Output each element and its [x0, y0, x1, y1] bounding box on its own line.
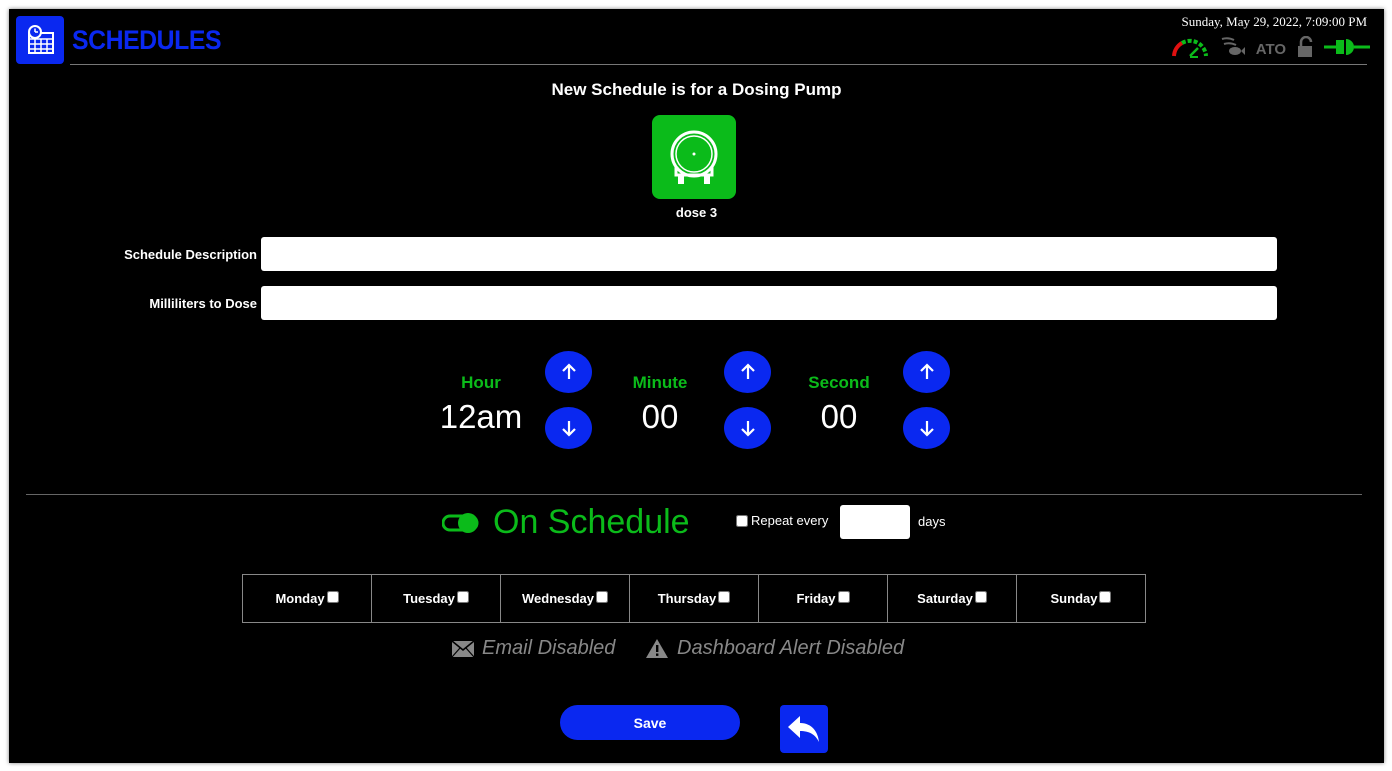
back-button[interactable]	[780, 705, 828, 753]
toggle-on-icon	[441, 513, 479, 533]
days-label: days	[918, 514, 946, 529]
weekday-label: Tuesday	[403, 591, 455, 606]
weekday-label: Monday	[275, 591, 325, 606]
arrow-up-icon	[561, 363, 576, 379]
repeat-days-input[interactable]	[840, 505, 910, 539]
minute-up-button[interactable]	[724, 351, 771, 393]
weekday-cell-friday: Friday	[759, 575, 888, 622]
arrow-up-icon	[740, 363, 755, 379]
weekday-cell-thursday: Thursday	[630, 575, 759, 622]
weekday-label: Thursday	[657, 591, 717, 606]
description-label: Schedule Description	[124, 247, 257, 262]
minute-down-button[interactable]	[724, 407, 771, 449]
hour-up-button[interactable]	[545, 351, 592, 393]
sunday-checkbox[interactable]	[1099, 591, 1112, 603]
monday-checkbox[interactable]	[326, 591, 339, 603]
on-schedule-label: On Schedule	[493, 503, 690, 541]
weekday-cell-sunday: Sunday	[1017, 575, 1145, 622]
power-plug-icon[interactable]	[1324, 36, 1370, 63]
app-window: SCHEDULES Sunday, May 29, 2022, 7:09:00 …	[9, 9, 1384, 763]
ato-label[interactable]: ATO	[1256, 41, 1286, 58]
second-down-button[interactable]	[903, 407, 950, 449]
repeat-option: Repeat every	[736, 513, 828, 528]
unlock-icon[interactable]	[1296, 35, 1314, 63]
description-input[interactable]	[261, 237, 1277, 271]
second-value: 00	[820, 398, 858, 435]
section-divider	[26, 494, 1362, 495]
status-bar: ATO	[1170, 35, 1370, 63]
tuesday-checkbox[interactable]	[456, 591, 469, 603]
email-alert-label: Email Disabled	[482, 637, 616, 659]
on-schedule-toggle[interactable]	[441, 512, 480, 534]
schedule-calendar-icon[interactable]	[16, 16, 64, 64]
feed-icon[interactable]	[1220, 36, 1246, 63]
repeat-label: Repeat every	[751, 513, 829, 528]
second-label: Second	[808, 373, 870, 392]
hour-label: Hour	[461, 373, 501, 392]
weekday-label: Friday	[796, 591, 836, 606]
weekday-cell-monday: Monday	[243, 575, 372, 622]
warning-icon	[646, 639, 668, 658]
weekday-cell-saturday: Saturday	[888, 575, 1017, 622]
minute-value: 00	[641, 398, 679, 435]
dosing-pump-icon[interactable]	[652, 115, 736, 199]
milliliters-input[interactable]	[261, 286, 1277, 320]
gauge-icon[interactable]	[1170, 36, 1210, 63]
friday-checkbox[interactable]	[837, 591, 850, 603]
hour-down-button[interactable]	[545, 407, 592, 449]
arrow-up-icon	[919, 363, 934, 379]
save-button[interactable]: Save	[560, 705, 740, 740]
envelope-icon	[451, 639, 475, 657]
weekday-cell-tuesday: Tuesday	[372, 575, 501, 622]
dashboard-alert-label: Dashboard Alert Disabled	[677, 637, 905, 659]
saturday-checkbox[interactable]	[974, 591, 987, 603]
weekday-label: Saturday	[917, 591, 973, 606]
weekday-table: Monday Tuesday Wednesday Thursday Friday…	[242, 574, 1146, 623]
arrow-down-icon	[561, 421, 576, 437]
dashboard-alert-toggle[interactable]: Dashboard Alert Disabled	[645, 637, 904, 660]
arrow-down-icon	[919, 421, 934, 437]
milliliters-label: Milliliters to Dose	[149, 296, 257, 311]
thursday-checkbox[interactable]	[718, 591, 731, 603]
current-datetime: Sunday, May 29, 2022, 7:09:00 PM	[1181, 14, 1368, 29]
header-divider	[70, 64, 1367, 65]
weekday-label: Sunday	[1050, 591, 1098, 606]
arrow-down-icon	[740, 421, 755, 437]
reply-arrow-icon	[788, 716, 819, 742]
schedule-heading: New Schedule is for a Dosing Pump	[551, 80, 842, 99]
device-name: dose 3	[675, 205, 718, 220]
email-alert-toggle[interactable]: Email Disabled	[451, 637, 615, 660]
page-title: SCHEDULES	[72, 25, 222, 55]
weekday-label: Wednesday	[521, 591, 594, 606]
minute-label: Minute	[632, 373, 688, 392]
weekday-cell-wednesday: Wednesday	[501, 575, 630, 622]
wednesday-checkbox[interactable]	[596, 591, 608, 603]
repeat-checkbox[interactable]	[736, 514, 748, 527]
hour-value: 12am	[439, 398, 523, 435]
second-up-button[interactable]	[903, 351, 950, 393]
